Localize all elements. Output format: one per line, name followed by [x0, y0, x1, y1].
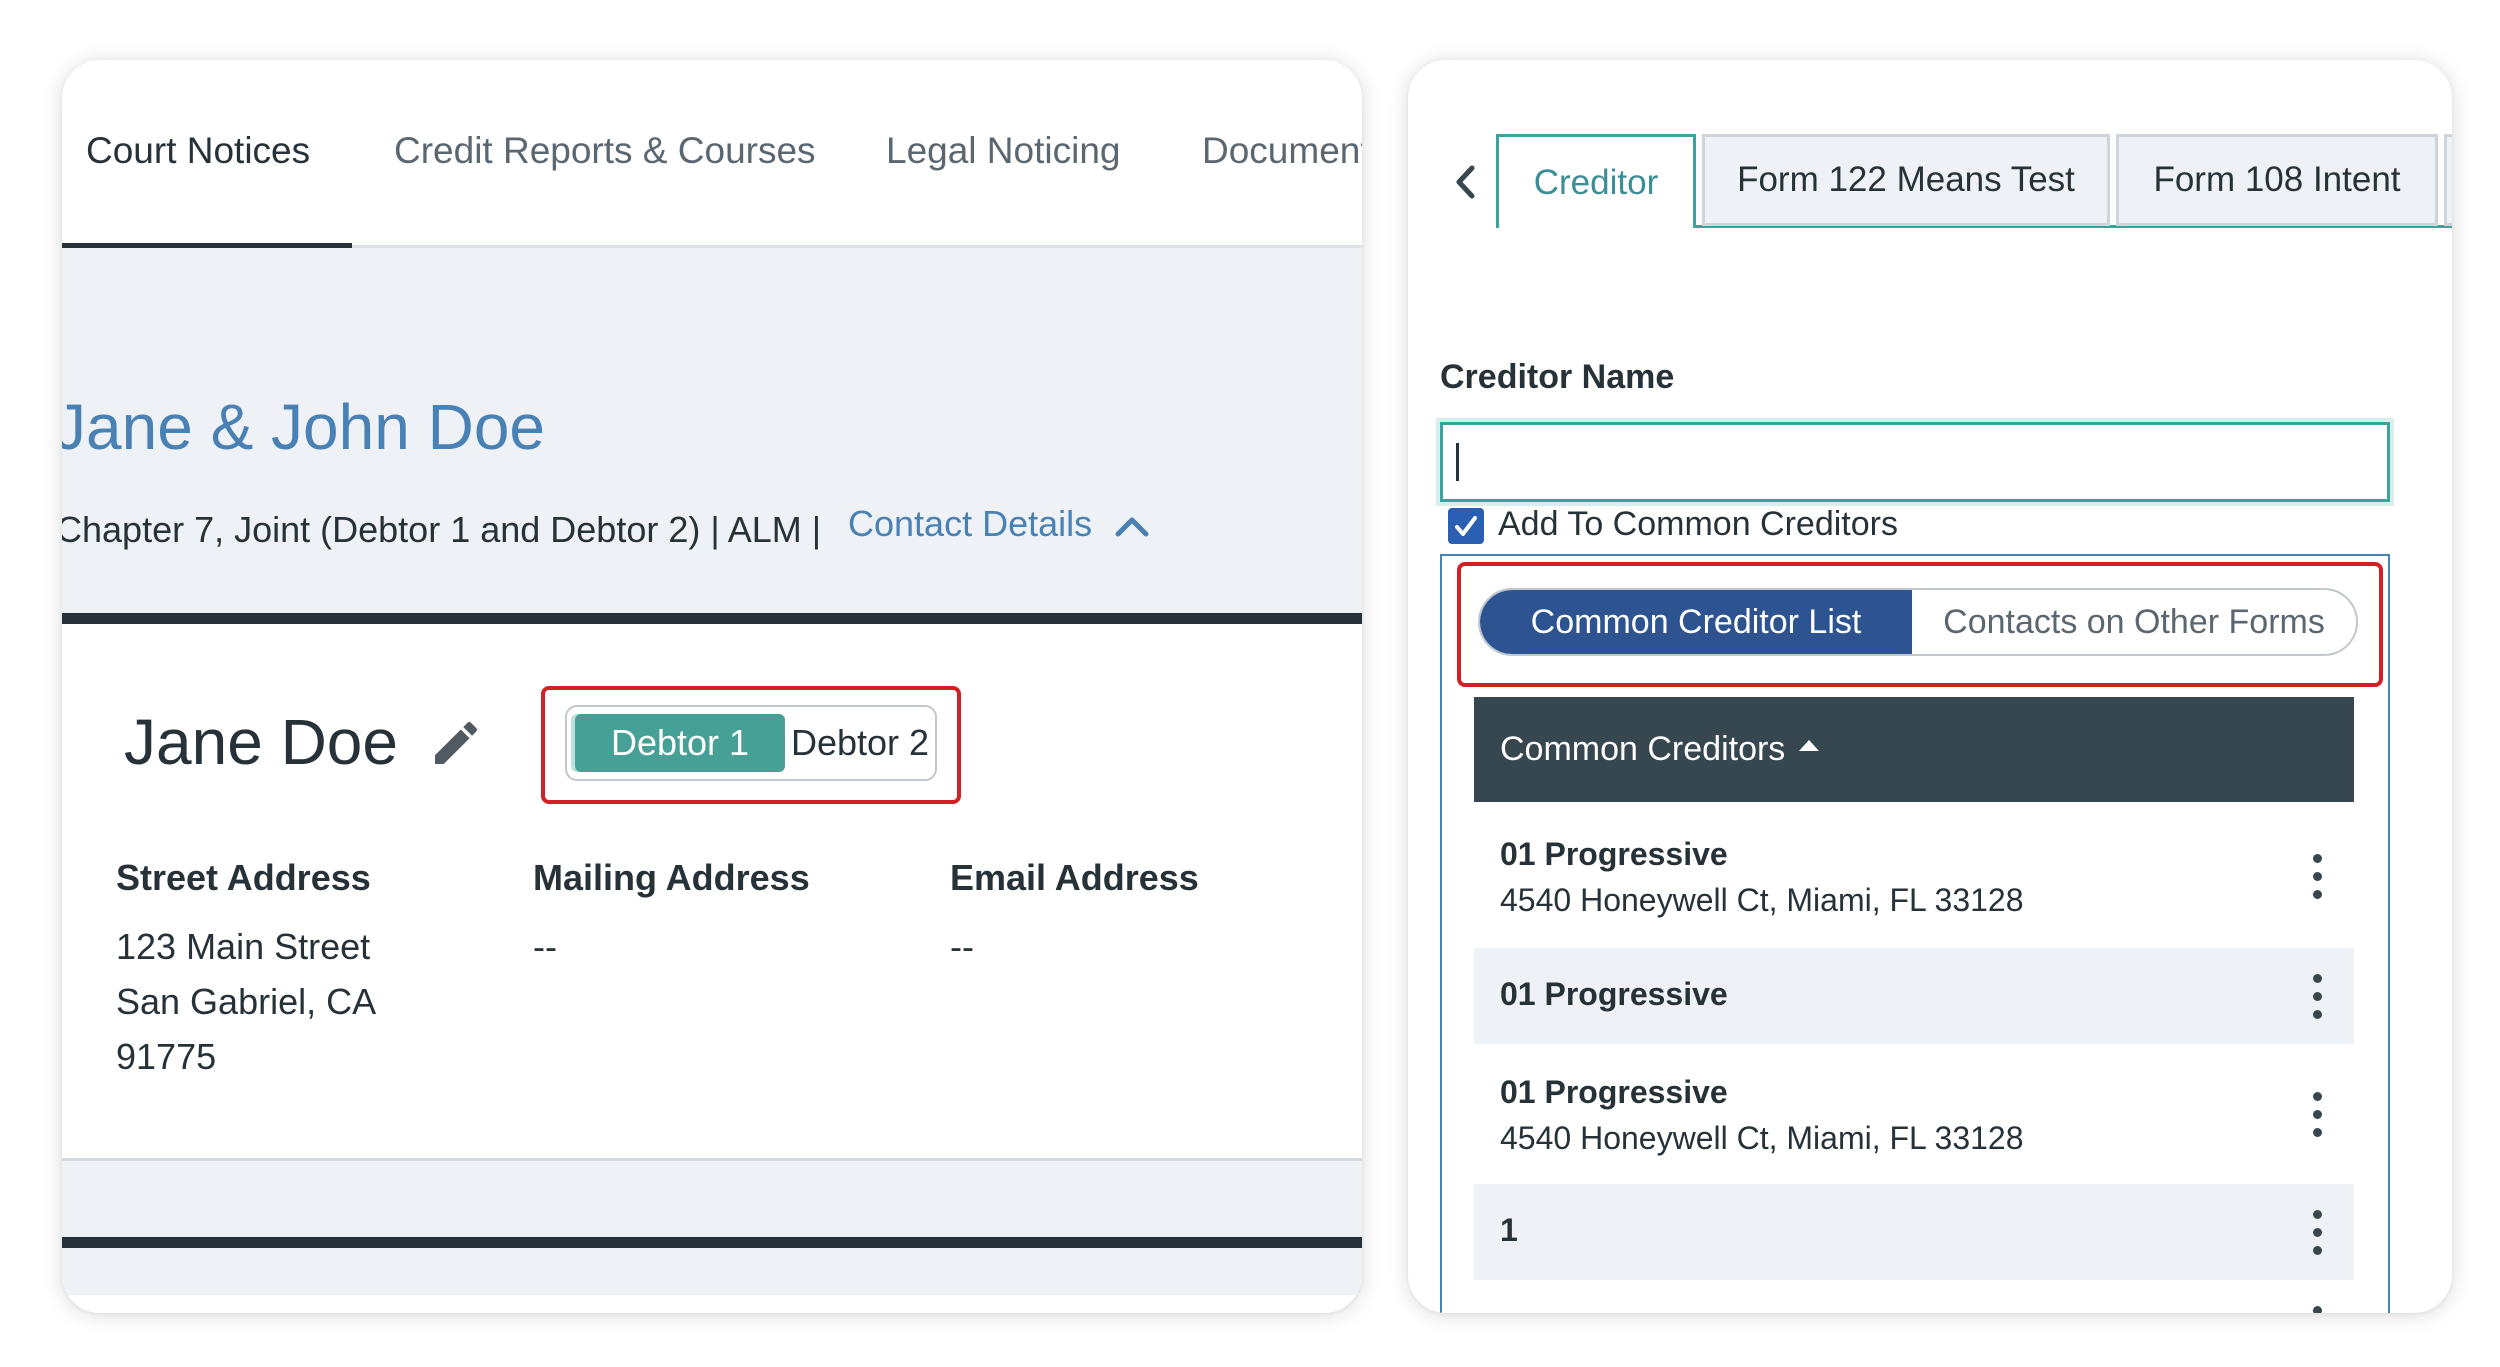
more-options-icon[interactable] — [2310, 854, 2324, 900]
debtor-2-button[interactable]: Debtor 2 — [785, 707, 935, 779]
contact-details-link[interactable]: Contact Details — [848, 503, 1092, 545]
sort-ascending-icon — [1799, 740, 1820, 751]
more-options-icon[interactable] — [2310, 1306, 2324, 1313]
mailing-address-heading: Mailing Address — [533, 857, 810, 898]
tab-form-108-intent[interactable]: Form 108 Intent — [2116, 134, 2438, 226]
tab-documents[interactable]: Document — [1202, 130, 1362, 172]
street-address-line: 123 Main Street — [116, 926, 371, 967]
street-address-heading: Street Address — [116, 857, 371, 898]
more-options-icon[interactable] — [2310, 1210, 2324, 1256]
add-to-common-label: Add To Common Creditors — [1498, 505, 1898, 543]
creditor-name: 1 — [1500, 1212, 1518, 1248]
creditor-name-label: Creditor Name — [1440, 358, 1675, 396]
case-overview-panel: Court Notices Credit Reports & Courses L… — [62, 60, 1362, 1313]
debtor-toggle: Debtor 1 Debtor 2 — [565, 705, 937, 781]
case-title: Jane & John Doe — [62, 391, 545, 463]
section-divider — [62, 1237, 1362, 1248]
creditor-address: 4540 Honeywell Ct, Miami, FL 33128 — [1500, 882, 2024, 918]
debtor-name: Jane Doe — [124, 706, 398, 778]
more-options-icon[interactable] — [2310, 974, 2324, 1020]
checkmark-icon — [1455, 516, 1477, 536]
list-item[interactable]: 1 — [1474, 1184, 2354, 1280]
list-item[interactable]: 01 Progressive — [1474, 948, 2354, 1044]
street-address-line: San Gabriel, CA — [116, 981, 377, 1022]
common-creditor-list-button[interactable]: Common Creditor List — [1480, 590, 1912, 654]
case-meta: Chapter 7, Joint (Debtor 1 and Debtor 2)… — [62, 509, 822, 550]
section-divider — [62, 613, 1362, 624]
list-item[interactable]: 01 Progressive 4540 Honeywell Ct, Miami,… — [1474, 812, 2354, 922]
text-caret — [1456, 443, 1459, 481]
mailing-address-value: -- — [533, 926, 557, 967]
email-address-heading: Email Address — [950, 857, 1199, 898]
creditor-address: 4540 Honeywell Ct, Miami, FL 33128 — [1500, 1120, 2024, 1156]
creditor-name-input[interactable] — [1440, 422, 2390, 502]
tab-overflow[interactable] — [2444, 134, 2452, 226]
tab-creditor[interactable]: Creditor — [1496, 134, 1696, 228]
debtor-1-button[interactable]: Debtor 1 — [575, 714, 785, 772]
list-header-label: Common Creditors — [1500, 730, 1786, 768]
street-address-line: 91775 — [116, 1036, 217, 1077]
creditor-name: 01 Progressive — [1500, 976, 1728, 1012]
creditor-form-panel: Creditor Form 122 Means Test Form 108 In… — [1408, 60, 2452, 1313]
common-creditors-header[interactable]: Common Creditors — [1474, 697, 2354, 802]
chevron-left-icon[interactable] — [1450, 162, 1480, 202]
footer-band — [62, 1161, 1362, 1295]
tab-legal-noticing[interactable]: Legal Noticing — [886, 130, 1120, 172]
contacts-on-other-forms-button[interactable]: Contacts on Other Forms — [1912, 590, 2356, 654]
tab-court-notices[interactable]: Court Notices — [86, 130, 310, 172]
list-item[interactable]: 01 Progressive 4540 Honeywell Ct, Miami,… — [1474, 1050, 2354, 1180]
email-address-value: -- — [950, 926, 974, 967]
edit-pencil-icon[interactable] — [428, 715, 484, 771]
tab-credit-reports-courses[interactable]: Credit Reports & Courses — [394, 130, 816, 172]
chevron-up-icon[interactable] — [1112, 510, 1152, 540]
list-item[interactable] — [1474, 1296, 2354, 1313]
creditor-name: 01 Progressive — [1500, 836, 1728, 872]
list-source-toggle: Common Creditor List Contacts on Other F… — [1478, 588, 2358, 656]
more-options-icon[interactable] — [2310, 1092, 2324, 1138]
add-to-common-checkbox[interactable] — [1448, 508, 1484, 544]
section-tab-bar: Court Notices Credit Reports & Courses L… — [62, 60, 1362, 252]
tab-form-122-means-test[interactable]: Form 122 Means Test — [1702, 134, 2110, 226]
creditor-name: 01 Progressive — [1500, 1074, 1728, 1110]
